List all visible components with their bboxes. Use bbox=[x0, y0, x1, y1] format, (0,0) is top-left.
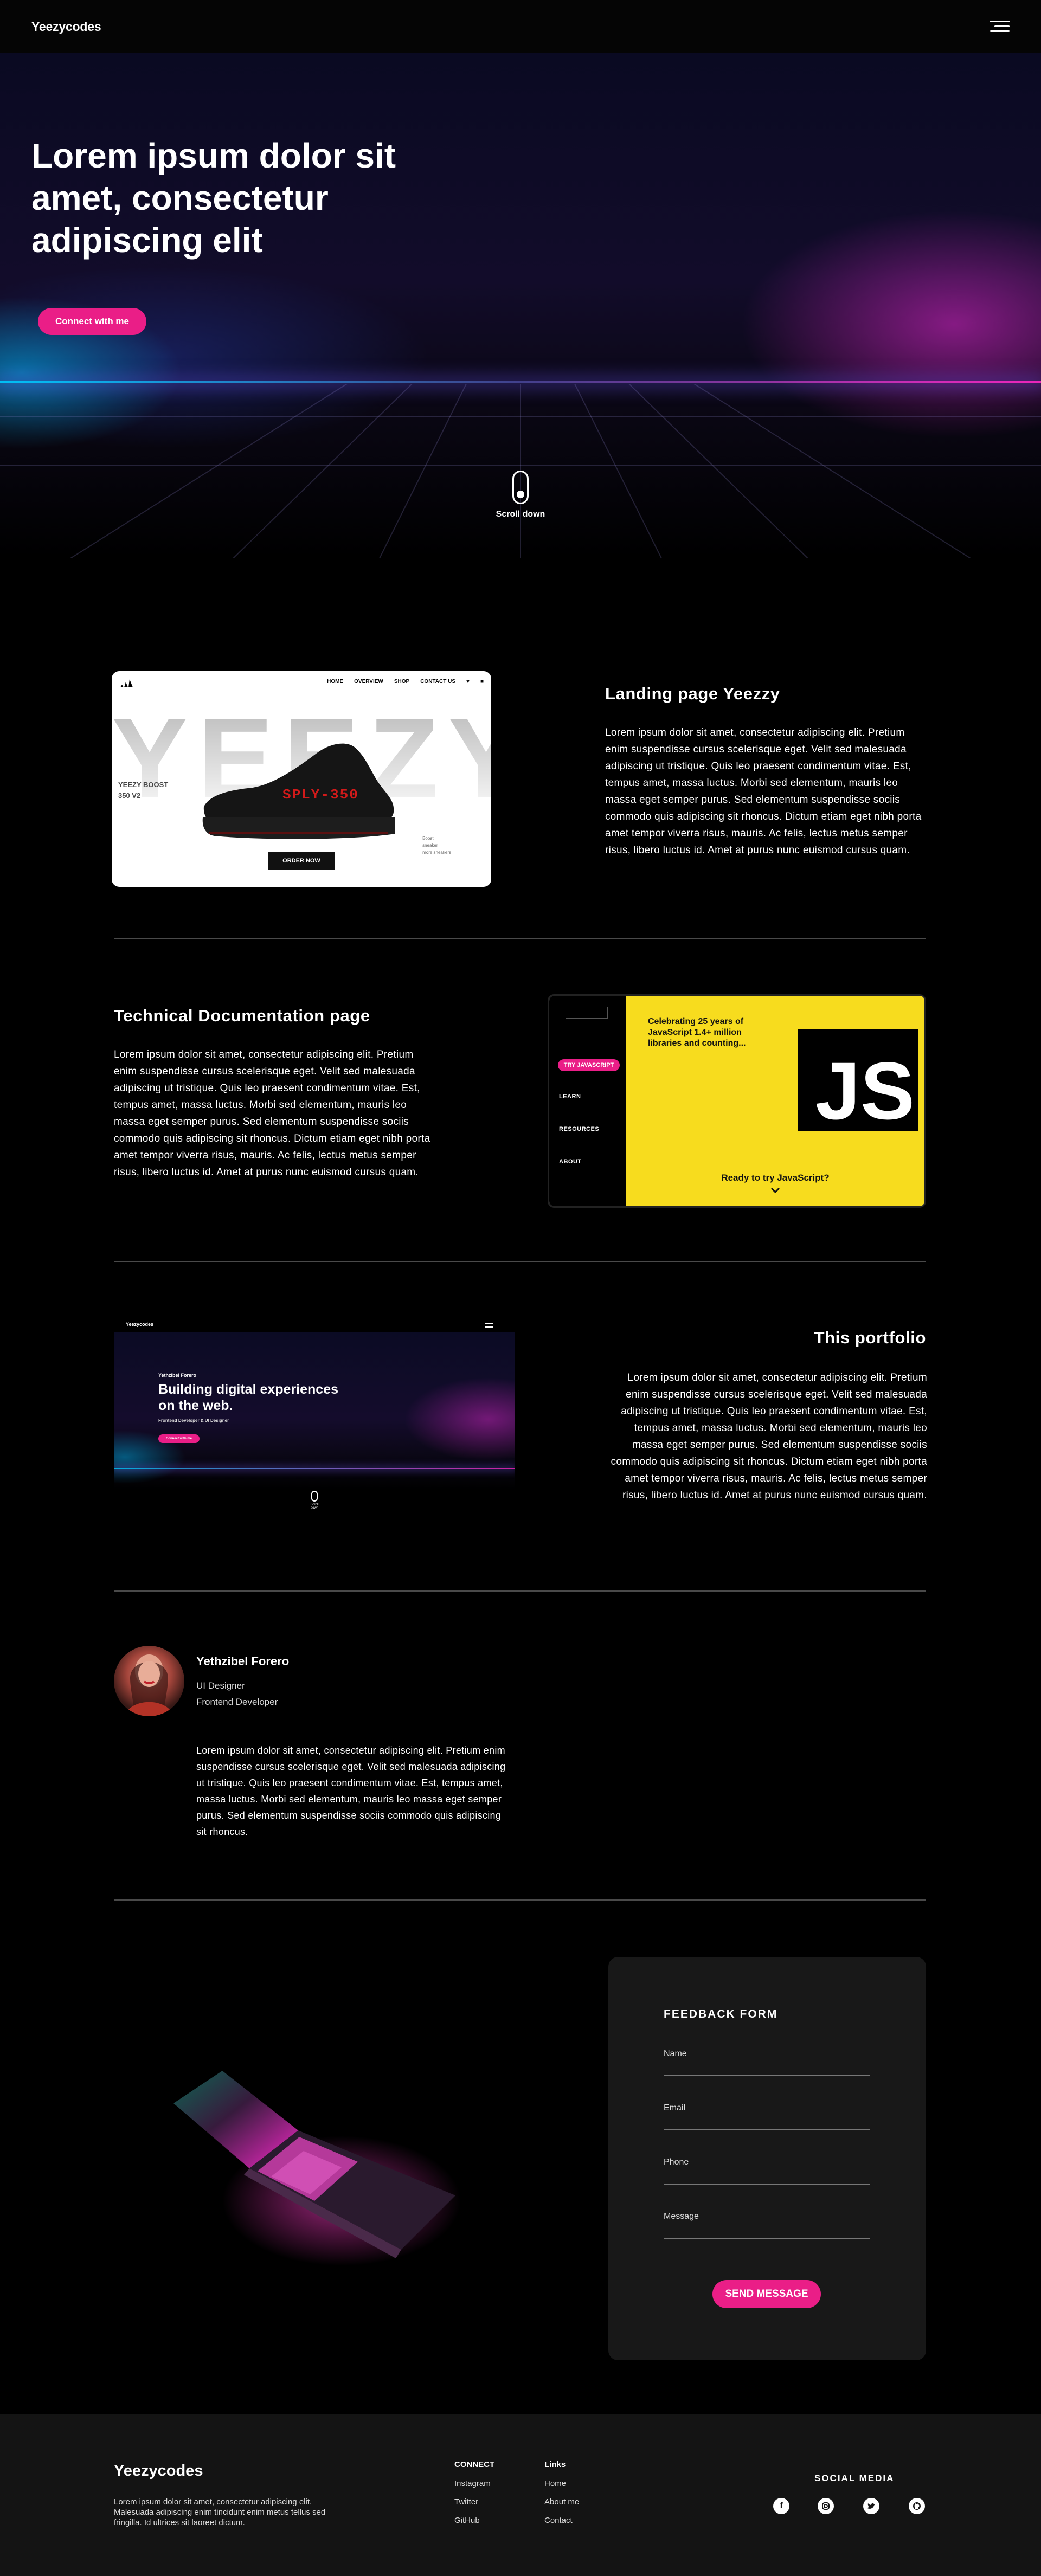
about-bio: Lorem ipsum dolor sit amet, consectetur … bbox=[196, 1745, 506, 1837]
js-menu-learn[interactable]: LEARN bbox=[559, 1093, 581, 1100]
field-label: Email bbox=[664, 2103, 686, 2113]
mini-headline: Building digital experiences on the web. bbox=[158, 1382, 339, 1413]
brand-logo[interactable]: Yeezycodes bbox=[31, 20, 101, 34]
mini-brand: Yeezycodes bbox=[126, 1322, 154, 1327]
name-field[interactable]: Name bbox=[664, 2049, 870, 2076]
mini-menu-icon bbox=[485, 1323, 493, 1328]
instagram-icon[interactable] bbox=[818, 2498, 834, 2514]
project-description: Lorem ipsum dolor sit amet, consectetur … bbox=[605, 727, 922, 856]
order-now-button[interactable]: ORDER NOW bbox=[268, 852, 335, 870]
js-docs-sidebar: TRY JAVASCRIPT LEARN RESOURCES ABOUT bbox=[549, 996, 626, 1206]
project-portfolio-screenshot[interactable]: Yeezycodes Yethzibel Forero Building dig… bbox=[114, 1316, 515, 1511]
github-icon[interactable] bbox=[909, 2498, 925, 2514]
form-title: FEEDBACK FORM bbox=[664, 2008, 778, 2020]
hero-title: Lorem ipsum dolor sit amet, consectetur … bbox=[31, 136, 396, 260]
twitter-icon[interactable] bbox=[863, 2498, 879, 2514]
bag-icon: ■ bbox=[480, 679, 484, 685]
scroll-down-label: Scroll down bbox=[496, 510, 545, 519]
footer-links: Links Home About me Contact bbox=[544, 2460, 579, 2534]
footer-links-title: Links bbox=[544, 2460, 566, 2469]
about-role: UI Designer bbox=[196, 1680, 245, 1691]
js-menu-resources[interactable]: RESOURCES bbox=[559, 1126, 599, 1132]
mini-name: Yethzibel Forero bbox=[158, 1373, 197, 1378]
mouse-icon bbox=[512, 471, 529, 504]
yeezy-side-note: Boost sneaker more sneakers bbox=[422, 836, 451, 855]
chevron-down-icon[interactable] bbox=[770, 1187, 781, 1194]
phone-field[interactable]: Phone bbox=[664, 2158, 870, 2185]
js-docs-heading: Celebrating 25 years of JavaScript 1.4+ … bbox=[648, 1017, 746, 1048]
project-js-docs-screenshot[interactable]: TRY JAVASCRIPT LEARN RESOURCES ABOUT Cel… bbox=[548, 994, 926, 1208]
footer-link-home[interactable]: Home bbox=[544, 2479, 579, 2488]
scroll-down-indicator[interactable]: Scroll down bbox=[493, 471, 548, 519]
footer-connect-title: CONNECT bbox=[454, 2460, 495, 2469]
name-input[interactable] bbox=[664, 2075, 870, 2076]
footer-link-instagram[interactable]: Instagram bbox=[454, 2479, 494, 2488]
yeezy-nav-item: CONTACT US bbox=[420, 679, 456, 685]
yeezy-model-tag: YEEZY BOOST 350 V2 bbox=[118, 781, 169, 800]
facebook-icon[interactable]: f bbox=[773, 2498, 789, 2514]
yeezy-nav-item: HOME bbox=[327, 679, 344, 685]
message-field[interactable]: Message bbox=[664, 2212, 870, 2239]
footer-connect: CONNECT Instagram Twitter GitHub bbox=[454, 2460, 494, 2534]
laptop-image bbox=[174, 2071, 461, 2266]
js-menu-about[interactable]: ABOUT bbox=[559, 1158, 582, 1165]
footer-link-about[interactable]: About me bbox=[544, 2497, 579, 2507]
yeezy-nav-item: OVERVIEW bbox=[354, 679, 383, 685]
adidas-logo-icon bbox=[120, 679, 133, 687]
field-label: Message bbox=[664, 2212, 699, 2221]
js-ready-text: Ready to try JavaScript? bbox=[721, 1173, 830, 1183]
js-docs-main: Celebrating 25 years of JavaScript 1.4+ … bbox=[626, 996, 924, 1206]
mini-hero: Yethzibel Forero Building digital experi… bbox=[114, 1332, 515, 1490]
feedback-form: FEEDBACK FORM Name Email Phone Message S… bbox=[608, 1957, 926, 2360]
social-media-title: SOCIAL MEDIA bbox=[814, 2473, 895, 2483]
connect-button[interactable]: Connect with me bbox=[38, 308, 146, 335]
top-nav: Yeezycodes bbox=[0, 0, 1041, 53]
about-name: Yethzibel Forero bbox=[196, 1654, 290, 1668]
project-title: This portfolio bbox=[814, 1328, 926, 1347]
project-description: Lorem ipsum dolor sit amet, consectetur … bbox=[114, 1049, 430, 1178]
try-javascript-pill[interactable]: TRY JAVASCRIPT bbox=[558, 1059, 620, 1071]
send-message-button[interactable]: SEND MESSAGE bbox=[712, 2280, 821, 2308]
js-logo: JS bbox=[798, 1029, 918, 1131]
about-role: Frontend Developer bbox=[196, 1697, 278, 1707]
footer-brand: Yeezycodes bbox=[114, 2462, 203, 2480]
project-title: Technical Documentation page bbox=[114, 1006, 370, 1025]
svg-text:SPLY-350: SPLY-350 bbox=[282, 787, 359, 803]
section-divider bbox=[114, 1261, 926, 1262]
phone-input[interactable] bbox=[664, 2184, 870, 2185]
footer: Yeezycodes Lorem ipsum dolor sit amet, c… bbox=[0, 2414, 1041, 2576]
footer-link-twitter[interactable]: Twitter bbox=[454, 2497, 494, 2507]
section-divider bbox=[114, 938, 926, 939]
message-input[interactable] bbox=[664, 2238, 870, 2239]
mini-subtitle: Frontend Developer & UI Designer bbox=[158, 1418, 229, 1423]
sneaker-image: SPLY-350 bbox=[202, 743, 395, 839]
avatar bbox=[114, 1646, 184, 1716]
yeezy-nav: HOME OVERVIEW SHOP CONTACT US ♥ ■ bbox=[327, 679, 484, 685]
footer-link-github[interactable]: GitHub bbox=[454, 2516, 494, 2525]
field-label: Name bbox=[664, 2049, 687, 2058]
heart-icon: ♥ bbox=[466, 679, 470, 685]
project-description: Lorem ipsum dolor sit amet, consectetur … bbox=[611, 1372, 927, 1501]
footer-description: Lorem ipsum dolor sit amet, consectetur … bbox=[114, 2497, 326, 2527]
yeezy-nav-item: SHOP bbox=[394, 679, 410, 685]
footer-link-contact[interactable]: Contact bbox=[544, 2516, 579, 2525]
mini-connect-button: Connect with me bbox=[158, 1434, 200, 1443]
section-divider bbox=[114, 1590, 926, 1592]
js-docs-logo bbox=[566, 1007, 608, 1019]
section-divider bbox=[114, 1899, 926, 1901]
hero-section: Lorem ipsum dolor sit amet, consectetur … bbox=[0, 53, 1041, 558]
hamburger-menu-icon[interactable] bbox=[990, 21, 1010, 33]
email-field[interactable]: Email bbox=[664, 2103, 870, 2130]
hero-horizon-glow bbox=[0, 381, 1041, 383]
email-input[interactable] bbox=[664, 2129, 870, 2130]
mini-scroll: Scroll down bbox=[307, 1491, 322, 1510]
project-yeezy-screenshot[interactable]: HOME OVERVIEW SHOP CONTACT US ♥ ■ YEEZY … bbox=[112, 671, 491, 887]
project-title: Landing page Yeezzy bbox=[605, 684, 780, 703]
field-label: Phone bbox=[664, 2158, 689, 2167]
